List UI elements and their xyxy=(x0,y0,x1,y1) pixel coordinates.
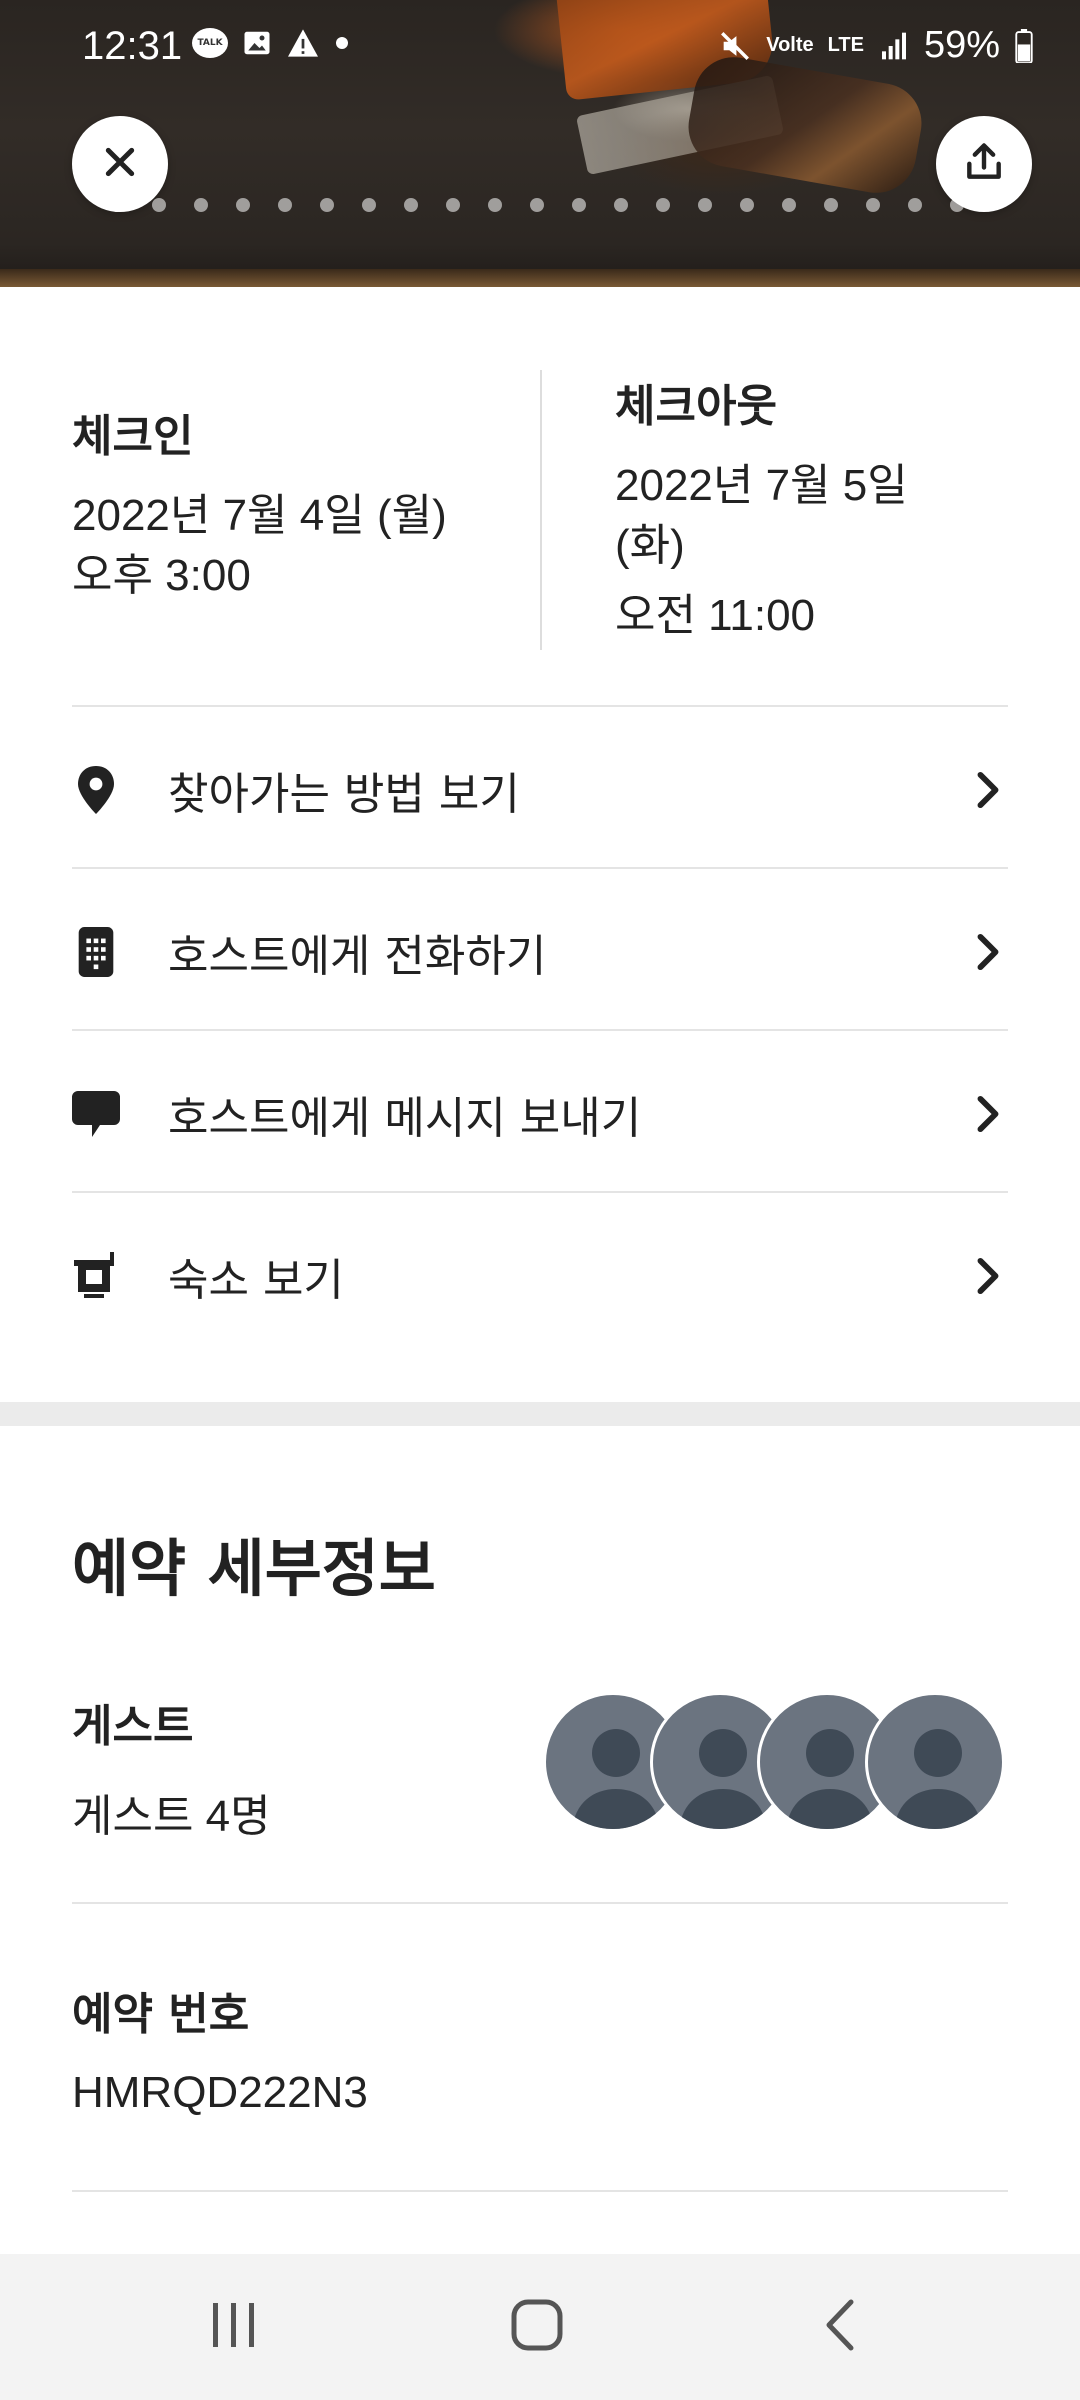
system-nav-bar xyxy=(0,2254,1080,2400)
view-listing-label: 숙소 보기 xyxy=(168,1255,344,1306)
reservation-number-value: HMRQD222N3 xyxy=(72,2068,368,2117)
carousel-dot[interactable] xyxy=(656,198,670,212)
recent-apps-button[interactable] xyxy=(134,2254,334,2400)
carousel-dot[interactable] xyxy=(152,198,166,212)
mute-icon xyxy=(718,29,752,63)
location-pin-icon xyxy=(72,766,120,814)
reservation-number-label: 예약 번호 xyxy=(72,1989,250,2040)
chevron-right-icon xyxy=(968,932,1008,972)
home-icon xyxy=(510,2298,564,2356)
carousel-dot[interactable] xyxy=(488,198,502,212)
chevron-right-icon xyxy=(968,1094,1008,1134)
check-in-block: 체크인 2022년 7월 4일 (월) 오후 3:00 xyxy=(72,400,512,606)
guest-avatars[interactable] xyxy=(543,1692,1008,1832)
back-button[interactable] xyxy=(740,2254,940,2400)
share-icon xyxy=(962,140,1006,188)
call-host-label: 호스트에게 전화하기 xyxy=(168,931,547,982)
divider xyxy=(72,1029,1008,1031)
reservation-number-block: 예약 번호 HMRQD222N3 xyxy=(72,1978,972,2118)
check-out-block: 체크아웃 2022년 7월 5일 (화) 오전 11:00 xyxy=(615,370,1008,646)
back-icon xyxy=(823,2298,857,2356)
lte-icon: LTE xyxy=(827,34,864,56)
carousel-dots xyxy=(110,198,992,212)
carousel-dot[interactable] xyxy=(740,198,754,212)
check-out-time: 오전 11:00 xyxy=(615,591,816,640)
view-listing-row[interactable]: 숙소 보기 xyxy=(72,1196,1008,1356)
directions-label: 찾아가는 방법 보기 xyxy=(168,769,520,820)
carousel-dot[interactable] xyxy=(866,198,880,212)
status-time: 12:31 xyxy=(82,24,183,68)
warning-icon xyxy=(286,28,320,58)
check-in-out-section: 체크인 2022년 7월 4일 (월) 오후 3:00 체크아웃 2022년 7… xyxy=(72,360,1008,650)
recent-apps-icon xyxy=(209,2301,259,2353)
carousel-dot[interactable] xyxy=(824,198,838,212)
signal-icon xyxy=(878,30,910,62)
check-out-title: 체크아웃 xyxy=(615,381,777,432)
call-host-row[interactable]: 호스트에게 전화하기 xyxy=(72,872,1008,1032)
check-out-date-line1: 2022년 7월 5일 xyxy=(615,461,908,510)
check-in-date: 2022년 7월 4일 (월) xyxy=(72,491,447,540)
divider xyxy=(72,705,1008,707)
avatar xyxy=(865,1692,1005,1832)
battery-percent: 59% xyxy=(923,24,1000,66)
carousel-dot[interactable] xyxy=(530,198,544,212)
check-in-time: 오후 3:00 xyxy=(72,551,251,600)
section-separator xyxy=(0,1402,1080,1426)
message-bubble-icon xyxy=(72,1090,120,1138)
chevron-right-icon xyxy=(968,1256,1008,1296)
carousel-dot[interactable] xyxy=(236,198,250,212)
battery-icon xyxy=(1014,28,1034,63)
carousel-dot[interactable] xyxy=(110,198,124,212)
carousel-dot[interactable] xyxy=(950,198,964,212)
divider xyxy=(72,1902,1008,1904)
carousel-dot[interactable] xyxy=(698,198,712,212)
phone-keypad-icon xyxy=(72,927,120,977)
divider xyxy=(72,1191,1008,1193)
listing-icon xyxy=(72,1252,120,1300)
divider xyxy=(72,2190,1008,2192)
more-dot-icon xyxy=(334,35,350,51)
carousel-dot[interactable] xyxy=(614,198,628,212)
notification-icons: TALK xyxy=(192,28,350,58)
carousel-dot[interactable] xyxy=(362,198,376,212)
system-icons: Volte LTE 59% xyxy=(718,24,1034,67)
carousel-dot[interactable] xyxy=(908,198,922,212)
carousel-dot[interactable] xyxy=(446,198,460,212)
gallery-icon xyxy=(242,28,272,58)
close-icon xyxy=(100,142,140,186)
vertical-divider xyxy=(540,370,542,650)
kakaotalk-icon: TALK xyxy=(192,28,228,58)
check-in-title: 체크인 xyxy=(72,411,194,462)
home-button[interactable] xyxy=(437,2254,637,2400)
status-bar: 12:31 TALK Volte LTE 59% xyxy=(0,0,1080,80)
directions-row[interactable]: 찾아가는 방법 보기 xyxy=(72,710,1008,870)
carousel-dot[interactable] xyxy=(278,198,292,212)
volte-icon: Volte xyxy=(766,34,814,56)
carousel-dot[interactable] xyxy=(194,198,208,212)
carousel-dot[interactable] xyxy=(572,198,586,212)
check-out-date-line2: (화) xyxy=(615,521,685,570)
message-host-row[interactable]: 호스트에게 메시지 보내기 xyxy=(72,1034,1008,1194)
carousel-dot[interactable] xyxy=(404,198,418,212)
carousel-dot[interactable] xyxy=(782,198,796,212)
message-host-label: 호스트에게 메시지 보내기 xyxy=(168,1093,642,1144)
carousel-dot[interactable] xyxy=(320,198,334,212)
chevron-right-icon xyxy=(968,770,1008,810)
divider xyxy=(72,867,1008,869)
reservation-details-title: 예약 세부정보 xyxy=(72,1532,436,1605)
